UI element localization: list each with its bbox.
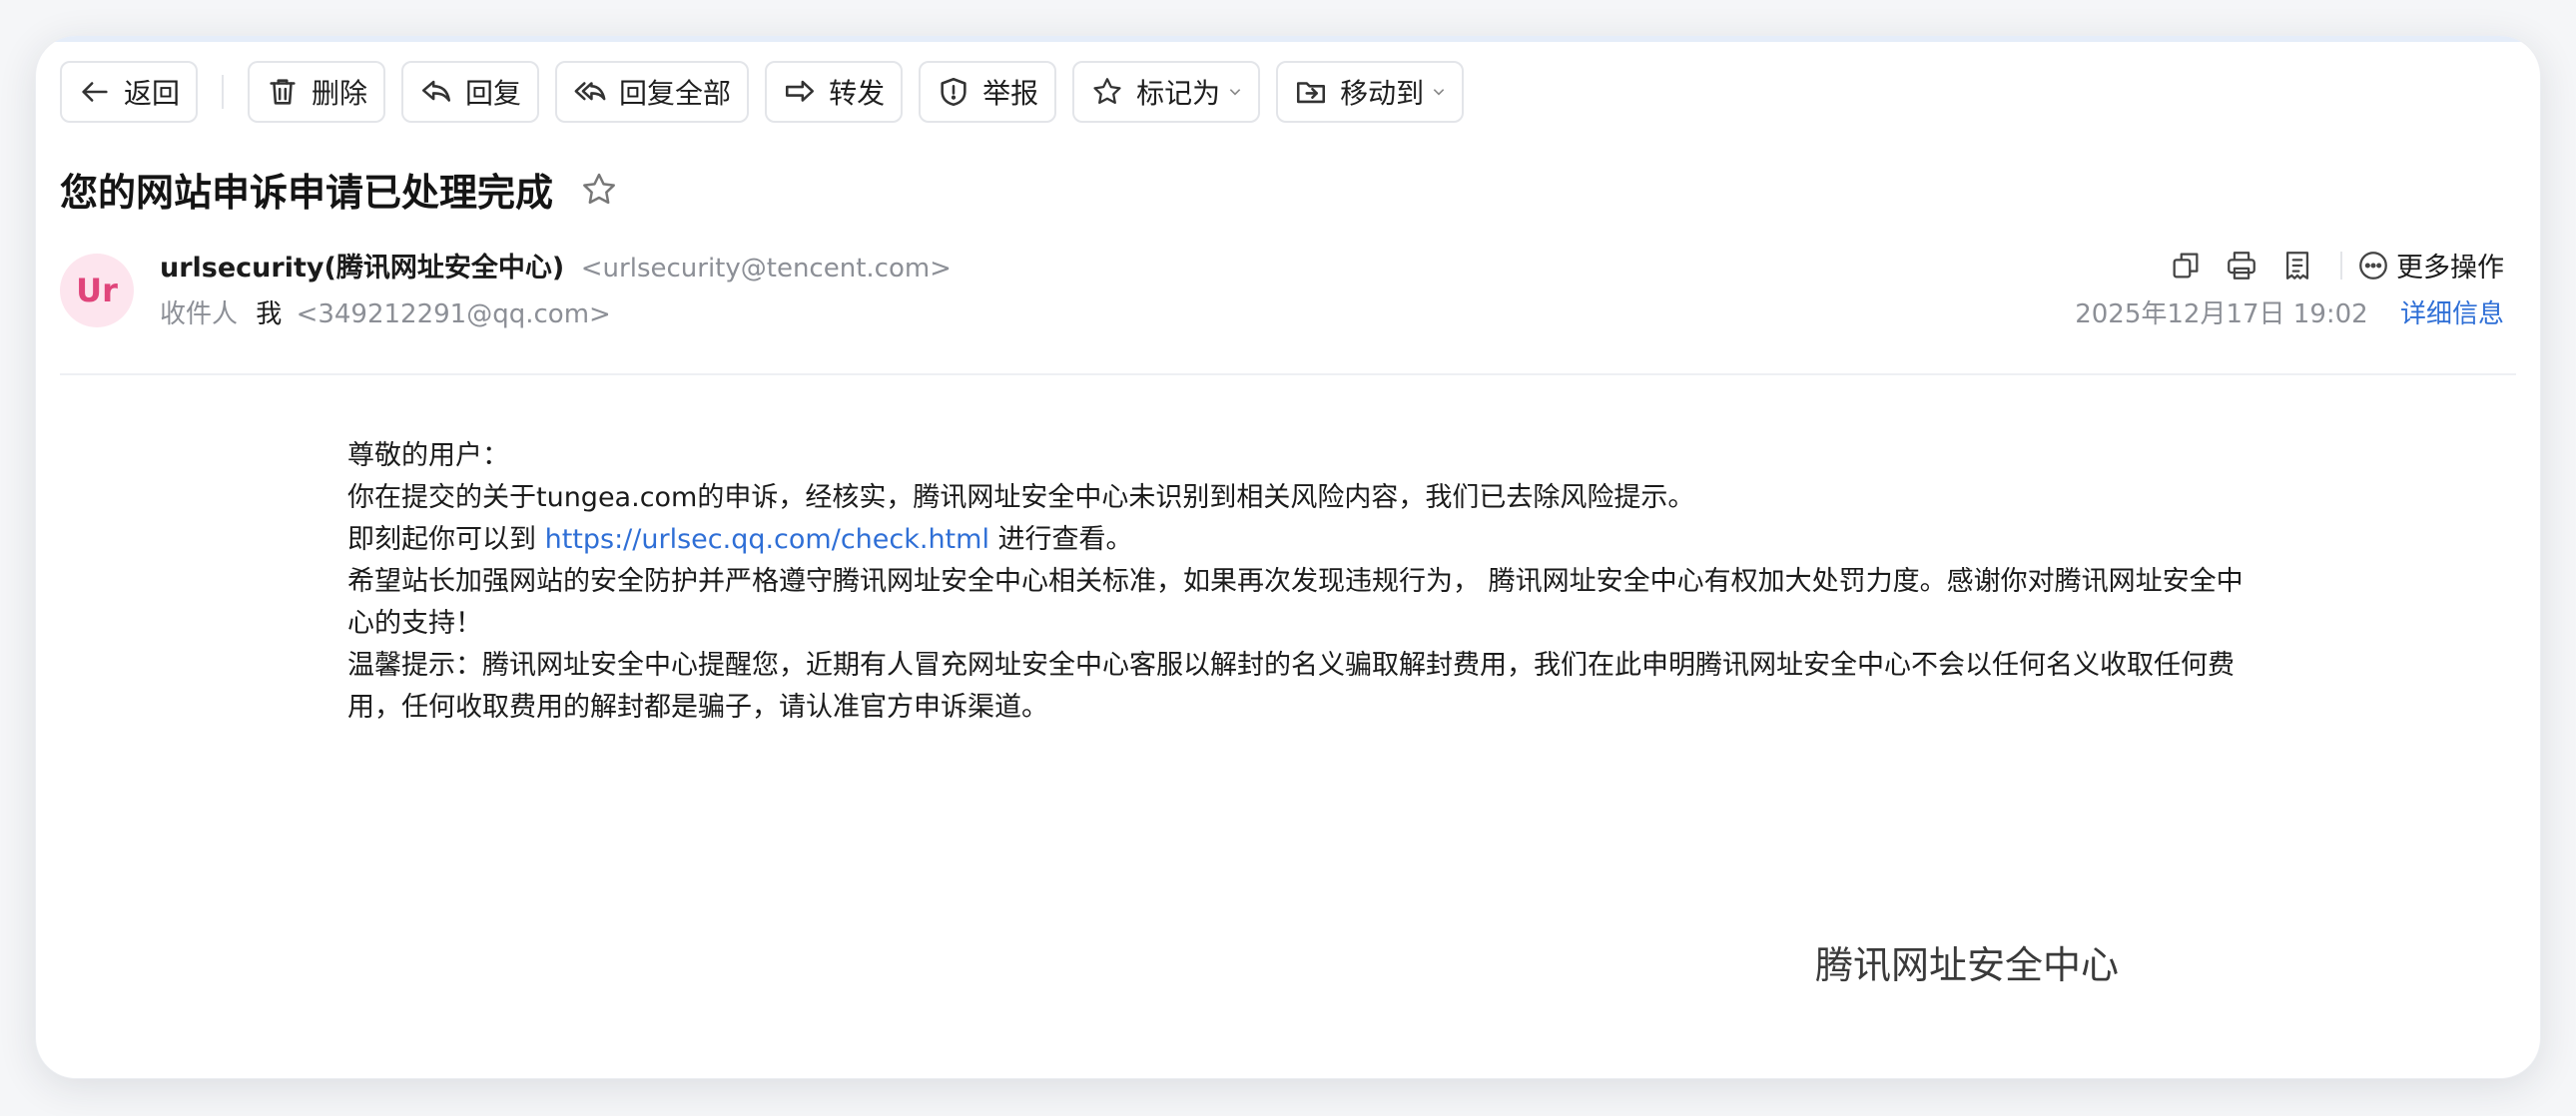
forward-label: 转发 xyxy=(829,77,886,110)
window-top-accent xyxy=(36,36,2540,42)
sender-address: <urlsecurity@tencent.com> xyxy=(580,254,952,283)
copy-icon[interactable] xyxy=(2169,249,2203,282)
star-outline-icon xyxy=(1090,75,1124,109)
mail-body: 尊敬的用户： 你在提交的关于tungea.com的申诉，经核实，腾讯网址安全中心… xyxy=(347,435,2264,729)
body-line-2-before: 即刻起你可以到 xyxy=(347,524,545,555)
mark-as-label: 标记为 xyxy=(1136,77,1221,110)
mail-actions: 更多操作 xyxy=(2147,246,2504,284)
reply-all-label: 回复全部 xyxy=(619,77,732,110)
mail-reader-window: 返回 删除 回复 回复全部 转发 举报 标记为 移动到 您的网站申诉申请已处理完… xyxy=(36,36,2540,1078)
trash-icon xyxy=(266,75,300,109)
header-divider xyxy=(60,373,2516,375)
mail-subject-row: 您的网站申诉申请已处理完成 xyxy=(60,162,619,217)
reply-all-button[interactable]: 回复全部 xyxy=(555,61,750,123)
sender-line: urlsecurity(腾讯网址安全中心) <urlsecurity@tence… xyxy=(160,246,952,284)
shield-alert-icon xyxy=(937,75,970,109)
move-to-label: 移动到 xyxy=(1340,77,1425,110)
mail-subject: 您的网站申诉申请已处理完成 xyxy=(60,171,554,215)
recipient-address: <349212291@qq.com> xyxy=(296,299,611,329)
reply-button[interactable]: 回复 xyxy=(401,61,540,123)
folder-move-icon xyxy=(1294,75,1328,109)
recipient-name[interactable]: 我 xyxy=(256,299,282,329)
back-label: 返回 xyxy=(124,77,181,110)
chevron-down-icon xyxy=(1432,85,1446,99)
body-greeting: 尊敬的用户： xyxy=(347,440,509,471)
delete-label: 删除 xyxy=(312,77,368,110)
arrow-left-icon xyxy=(78,75,112,109)
recipient-label: 收件人 xyxy=(160,299,239,329)
mail-date: 2025年12月17日 19:02 xyxy=(2075,299,2368,329)
body-line-3: 希望站长加强网站的安全防护并严格遵守腾讯网址安全中心相关标准，如果再次发现违规行… xyxy=(347,566,2244,639)
sender-avatar[interactable]: Ur xyxy=(60,254,134,327)
more-actions-button[interactable]: 更多操作 xyxy=(2356,246,2504,284)
sender-name[interactable]: urlsecurity(腾讯网址安全中心) xyxy=(160,253,564,283)
report-label: 举报 xyxy=(982,77,1039,110)
star-icon[interactable] xyxy=(579,170,619,210)
reply-icon xyxy=(419,75,453,109)
body-line-2: 即刻起你可以到 https://urlsec.qq.com/check.html… xyxy=(347,519,2264,561)
mail-toolbar: 返回 删除 回复 回复全部 转发 举报 标记为 移动到 xyxy=(60,60,1480,124)
chevron-down-icon xyxy=(1228,85,1242,99)
back-button[interactable]: 返回 xyxy=(60,61,199,123)
forward-icon xyxy=(783,75,817,109)
print-icon[interactable] xyxy=(2225,249,2258,282)
move-to-dropdown[interactable]: 移动到 xyxy=(1276,61,1465,123)
actions-separator xyxy=(2340,251,2342,279)
delete-button[interactable]: 删除 xyxy=(248,61,386,123)
mail-meta: 2025年12月17日 19:02 详细信息 xyxy=(2075,293,2504,330)
check-link[interactable]: https://urlsec.qq.com/check.html xyxy=(545,524,989,555)
more-actions-label: 更多操作 xyxy=(2396,253,2504,283)
mark-as-dropdown[interactable]: 标记为 xyxy=(1072,61,1261,123)
note-icon[interactable] xyxy=(2280,249,2314,282)
body-line-2-after: 进行查看。 xyxy=(988,524,1133,555)
reply-all-icon xyxy=(573,75,607,109)
mail-signature: 腾讯网址安全中心 xyxy=(1815,943,2120,987)
reply-label: 回复 xyxy=(465,77,522,110)
body-line-4: 温馨提示：腾讯网址安全中心提醒您，近期有人冒充网址安全中心客服以解封的名义骗取解… xyxy=(347,650,2235,723)
toolbar-separator xyxy=(222,75,225,109)
detail-info-link[interactable]: 详细信息 xyxy=(2400,299,2504,329)
body-line-1: 你在提交的关于tungea.com的申诉，经核实，腾讯网址安全中心未识别到相关风… xyxy=(347,482,1695,513)
report-button[interactable]: 举报 xyxy=(919,61,1057,123)
recipient-line: 收件人 我 <349212291@qq.com> xyxy=(160,293,611,330)
forward-button[interactable]: 转发 xyxy=(765,61,904,123)
more-dots-icon xyxy=(2356,249,2390,282)
